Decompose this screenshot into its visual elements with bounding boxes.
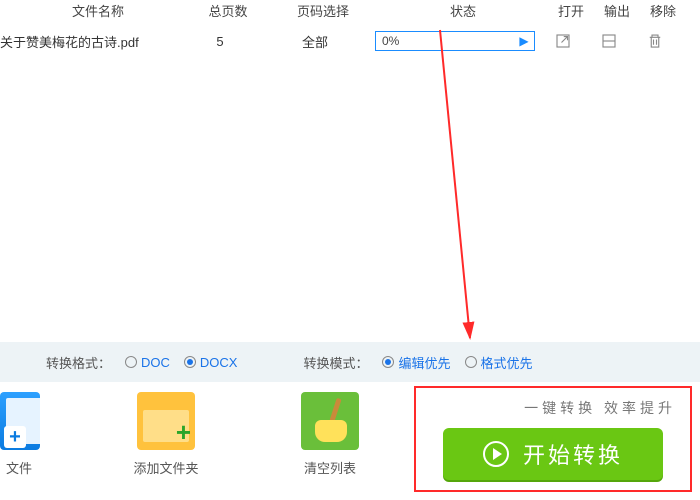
cell-status: 0% ▶: [370, 31, 540, 51]
col-status: 状态: [378, 1, 548, 20]
col-filename: 文件名称: [8, 1, 188, 20]
remove-icon[interactable]: [646, 32, 664, 50]
radio-format[interactable]: [465, 356, 477, 368]
file-icon: [0, 392, 40, 450]
folder-icon: [137, 392, 195, 450]
mode-group: 转换模式： 编辑优先 格式优先: [303, 353, 538, 372]
cell-pagesel[interactable]: 全部: [260, 32, 370, 51]
play-circle-icon: [483, 441, 509, 467]
tool-file-label: 文件: [0, 458, 32, 477]
play-icon[interactable]: ▶: [514, 32, 534, 50]
format-label: 转换格式：: [46, 353, 111, 372]
tool-file[interactable]: 文件: [0, 392, 54, 477]
cell-pages: 5: [180, 34, 260, 49]
start-btn-label: 开始转换: [523, 438, 623, 470]
action-caption: 一键转换 效率提升: [524, 398, 676, 418]
col-pages: 总页数: [188, 1, 268, 20]
radio-edit[interactable]: [382, 356, 394, 368]
progress-text: 0%: [376, 34, 514, 48]
format-doc[interactable]: DOC: [141, 355, 170, 370]
radio-doc[interactable]: [125, 356, 137, 368]
tool-clear-label: 清空列表: [304, 458, 356, 477]
mode-edit[interactable]: 编辑优先: [398, 353, 450, 372]
mode-format[interactable]: 格式优先: [481, 353, 533, 372]
format-docx[interactable]: DOCX: [200, 355, 238, 370]
open-icon[interactable]: [554, 32, 572, 50]
cell-filename: 关于赞美梅花的古诗.pdf: [0, 32, 180, 51]
col-open: 打开: [548, 1, 594, 20]
start-convert-button[interactable]: 开始转换: [443, 428, 663, 480]
table-header: 文件名称 总页数 页码选择 状态 打开 输出 移除: [0, 0, 700, 20]
col-pagesel: 页码选择: [268, 1, 378, 20]
table-row: 关于赞美梅花的古诗.pdf 5 全部 0% ▶: [0, 26, 700, 56]
tool-clear[interactable]: 清空列表: [278, 392, 382, 477]
progress-bar[interactable]: 0% ▶: [375, 31, 535, 51]
tool-folder-label: 添加文件夹: [133, 458, 198, 477]
mode-label: 转换模式：: [303, 353, 368, 372]
options-bar: 转换格式： DOC DOCX 转换模式： 编辑优先 格式优先: [0, 342, 700, 382]
format-group: 转换格式： DOC DOCX: [46, 353, 243, 372]
col-output: 输出: [594, 1, 640, 20]
col-remove: 移除: [640, 1, 686, 20]
output-icon[interactable]: [600, 32, 618, 50]
broom-icon: [301, 392, 359, 450]
action-box: 一键转换 效率提升 开始转换: [414, 386, 692, 492]
tool-folder[interactable]: 添加文件夹: [114, 392, 218, 477]
radio-docx[interactable]: [184, 356, 196, 368]
